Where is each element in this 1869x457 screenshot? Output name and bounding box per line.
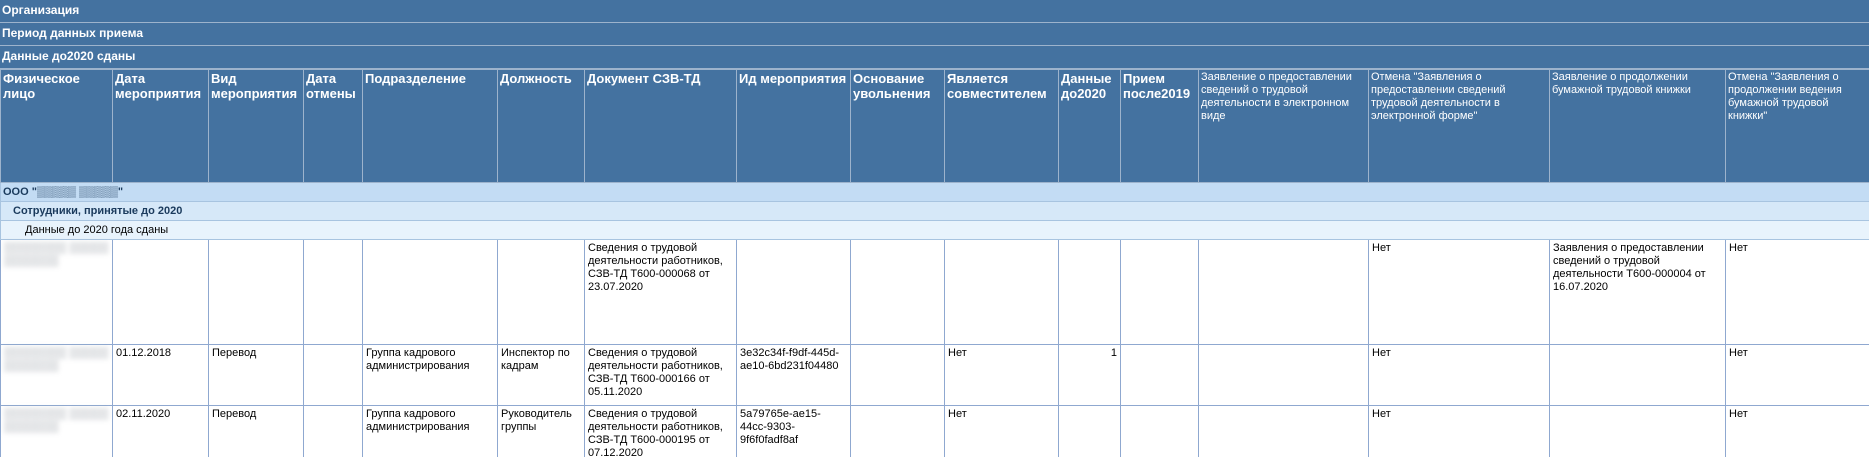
cell-position: Руководитель группы <box>497 405 585 457</box>
col-header-paper-app[interactable]: Заявление о продолжении бумажной трудово… <box>1549 69 1726 183</box>
cell-electronic-app <box>1198 405 1369 457</box>
col-header-document[interactable]: Документ СЗВ-ТД <box>584 69 737 183</box>
group-data-submitted-label: Данные до 2020 года сданы <box>0 220 1869 240</box>
cell-event-id: 5a79765e-ae15-44cc-9303-9f6f0fadf8af <box>736 405 851 457</box>
report-container: Организация Период данных приема Данные … <box>0 0 1869 457</box>
cell-department: Группа кадрового администрирования <box>362 344 498 406</box>
col-header-department[interactable]: Подразделение <box>362 69 498 183</box>
col-header-event-id[interactable]: Ид мероприятия <box>736 69 851 183</box>
cell-cancel-date <box>303 405 363 457</box>
cell-person: ▒▒▒▒▒▒▒▒ ▒▒▒▒▒ ▒▒▒▒▒▒▒ <box>0 405 113 457</box>
cell-event-date: 01.12.2018 <box>112 344 209 406</box>
group-organization[interactable]: ООО "▒▒▒▒▒ ▒▒▒▒▒" <box>0 182 1869 202</box>
cell-electronic-app <box>1198 239 1369 345</box>
col-header-electronic-app[interactable]: Заявление о предоставлении сведений о тр… <box>1198 69 1369 183</box>
cell-paper-app: Заявления о предоставлении сведений о тр… <box>1549 239 1726 345</box>
col-header-cancel-paper-app[interactable]: Отмена "Заявления о продолжении ведения … <box>1725 69 1869 183</box>
cell-paper-app <box>1549 405 1726 457</box>
cell-event-date: 02.11.2020 <box>112 405 209 457</box>
table-row[interactable]: ▒▒▒▒▒▒▒▒ ▒▒▒▒▒ ▒▒▒▒▒▒▒ 01.12.2018 Перево… <box>0 344 1869 406</box>
cell-dismissal-reason <box>850 239 945 345</box>
cell-part-time <box>944 239 1059 345</box>
cell-cancel-paper-app: Нет <box>1725 239 1869 345</box>
col-header-position[interactable]: Должность <box>497 69 585 183</box>
cell-paper-app <box>1549 344 1726 406</box>
cell-document: Сведения о трудовой деятельности работни… <box>584 344 737 406</box>
filter-period[interactable]: Период данных приема <box>0 23 1869 46</box>
cell-hired-after-2019 <box>1120 344 1199 406</box>
group-organization-label: ООО "▒▒▒▒▒ ▒▒▒▒▒" <box>0 182 1869 202</box>
col-header-cancel-date[interactable]: Дата отмены <box>303 69 363 183</box>
filter-data-before-2020[interactable]: Данные до2020 сданы <box>0 46 1869 69</box>
header-row: Физическое лицо Дата мероприятия Вид мер… <box>0 69 1869 183</box>
cell-cancel-paper-app: Нет <box>1725 405 1869 457</box>
cell-document: Сведения о трудовой деятельности работни… <box>584 405 737 457</box>
cell-department: Группа кадрового администрирования <box>362 405 498 457</box>
cell-person: ▒▒▒▒▒▒▒▒ ▒▒▒▒▒ ▒▒▒▒▒▒▒ <box>0 344 113 406</box>
report-table: Физическое лицо Дата мероприятия Вид мер… <box>0 69 1869 457</box>
cell-event-kind: Перевод <box>208 344 304 406</box>
group-employees-label: Сотрудники, принятые до 2020 <box>0 201 1869 221</box>
cell-cancel-date <box>303 344 363 406</box>
cell-event-id <box>736 239 851 345</box>
cell-part-time: Нет <box>944 344 1059 406</box>
group-employees[interactable]: Сотрудники, принятые до 2020 <box>0 201 1869 221</box>
cell-position <box>497 239 585 345</box>
group-data-submitted[interactable]: Данные до 2020 года сданы <box>0 220 1869 240</box>
cell-department <box>362 239 498 345</box>
col-header-person[interactable]: Физическое лицо <box>0 69 113 183</box>
table-row[interactable]: ▒▒▒▒▒▒▒▒ ▒▒▒▒▒ ▒▒▒▒▒▒▒ Сведения о трудов… <box>0 239 1869 345</box>
cell-hired-after-2019 <box>1120 405 1199 457</box>
cell-event-kind <box>208 239 304 345</box>
cell-event-kind: Перевод <box>208 405 304 457</box>
col-header-cancel-electronic-app[interactable]: Отмена "Заявления о предоставлении сведе… <box>1368 69 1550 183</box>
cell-electronic-app <box>1198 344 1369 406</box>
cell-dismissal-reason <box>850 344 945 406</box>
cell-hired-after-2019 <box>1120 239 1199 345</box>
cell-cancel-electronic-app: Нет <box>1368 344 1550 406</box>
cell-cancel-paper-app: Нет <box>1725 344 1869 406</box>
cell-person: ▒▒▒▒▒▒▒▒ ▒▒▒▒▒ ▒▒▒▒▒▒▒ <box>0 239 113 345</box>
cell-data-before-2020: 1 <box>1058 344 1121 406</box>
col-header-hired-after-2019[interactable]: Прием после2019 <box>1120 69 1199 183</box>
col-header-event-date[interactable]: Дата мероприятия <box>112 69 209 183</box>
cell-cancel-date <box>303 239 363 345</box>
cell-cancel-electronic-app: Нет <box>1368 405 1550 457</box>
cell-position: Инспектор по кадрам <box>497 344 585 406</box>
cell-data-before-2020 <box>1058 239 1121 345</box>
cell-part-time: Нет <box>944 405 1059 457</box>
cell-data-before-2020 <box>1058 405 1121 457</box>
col-header-event-kind[interactable]: Вид мероприятия <box>208 69 304 183</box>
table-row[interactable]: ▒▒▒▒▒▒▒▒ ▒▒▒▒▒ ▒▒▒▒▒▒▒ 02.11.2020 Перево… <box>0 405 1869 457</box>
cell-event-id: 3e32c34f-f9df-445d-ae10-6bd231f04480 <box>736 344 851 406</box>
cell-cancel-electronic-app: Нет <box>1368 239 1550 345</box>
cell-dismissal-reason <box>850 405 945 457</box>
cell-event-date <box>112 239 209 345</box>
col-header-data-before-2020[interactable]: Данные до2020 <box>1058 69 1121 183</box>
cell-document: Сведения о трудовой деятельности работни… <box>584 239 737 345</box>
col-header-dismissal-reason[interactable]: Основание увольнения <box>850 69 945 183</box>
col-header-part-time[interactable]: Является совместителем <box>944 69 1059 183</box>
filter-organization[interactable]: Организация <box>0 0 1869 23</box>
